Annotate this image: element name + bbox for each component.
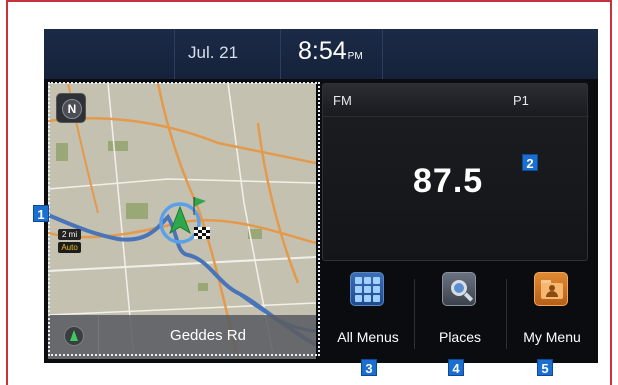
current-road-name: Geddes Rd	[170, 327, 246, 344]
status-divider	[174, 29, 175, 79]
scale-mode: Auto	[58, 242, 82, 253]
radio-preset: P1	[513, 93, 529, 108]
north-icon: N	[62, 99, 82, 119]
navigation-map[interactable]: N 2 mi Auto Geddes Rd	[48, 83, 316, 359]
menu-bar: All Menus Places My Menu	[322, 269, 598, 363]
park-area	[126, 203, 148, 219]
park-area	[56, 143, 68, 161]
callout-3: 3	[361, 359, 377, 376]
map-scale: 2 mi Auto	[58, 229, 82, 253]
my-menu-button[interactable]: My Menu	[506, 269, 598, 363]
time-value: 8:54	[298, 37, 347, 65]
callout-2: 2	[522, 154, 538, 171]
radio-panel[interactable]: FM P1 87.5	[322, 83, 589, 261]
callout-5: 5	[537, 359, 553, 376]
park-area	[198, 283, 208, 291]
ampm-indicator: PM	[347, 51, 363, 62]
radio-header-divider	[323, 116, 589, 117]
navigation-arrow-icon[interactable]	[64, 326, 84, 346]
places-button[interactable]: Places	[414, 269, 506, 363]
all-menus-label: All Menus	[337, 329, 399, 345]
time-display: 8:54PM	[298, 37, 363, 66]
all-menus-button[interactable]: All Menus	[322, 269, 414, 363]
road-info-bar: Geddes Rd	[48, 315, 316, 359]
folder-user-icon	[534, 272, 568, 306]
search-icon	[442, 272, 476, 306]
status-divider	[382, 29, 383, 79]
callout-1: 1	[33, 205, 49, 222]
head-unit-screen: Jul. 21 8:54PM N 2 mi Auto Geddes Rd FM …	[44, 29, 598, 363]
status-bar: Jul. 21 8:54PM	[44, 29, 598, 79]
status-divider	[280, 29, 281, 79]
callout-4: 4	[448, 359, 464, 376]
radio-frequency: 87.5	[413, 162, 484, 200]
road-bar-divider	[98, 315, 99, 359]
scale-distance: 2 mi	[58, 229, 82, 240]
places-label: Places	[438, 329, 482, 345]
compass-button[interactable]: N	[56, 93, 86, 123]
grid-icon	[350, 272, 384, 306]
radio-band: FM	[333, 93, 352, 108]
park-area	[108, 141, 128, 151]
date-display: Jul. 21	[188, 43, 239, 62]
my-menu-label: My Menu	[523, 329, 581, 345]
